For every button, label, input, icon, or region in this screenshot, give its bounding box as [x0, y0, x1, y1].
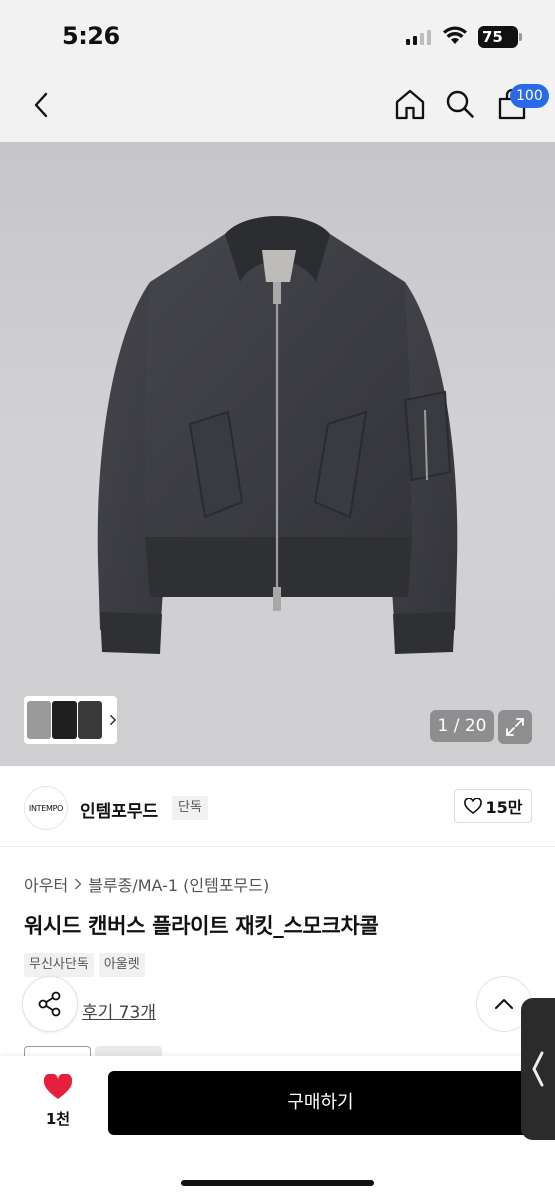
thumbnail-1[interactable]	[27, 701, 52, 739]
brand-like-button[interactable]: 15만	[454, 789, 532, 823]
buy-button[interactable]: 구매하기	[108, 1071, 533, 1135]
brand-logo[interactable]: INTEMPO	[24, 786, 68, 830]
breadcrumb-subcategory[interactable]: 블루종/MA-1 (인템포무드)	[88, 872, 269, 896]
divider	[0, 846, 555, 847]
product-title: 워시드 캔버스 플라이트 재킷_스모크차콜	[24, 914, 379, 938]
home-indicator	[181, 1180, 374, 1186]
review-link[interactable]: 후기 73개	[82, 998, 156, 1023]
home-icon	[395, 89, 425, 120]
tag-exclusive: 무신사단독	[24, 953, 94, 977]
wifi-icon	[442, 26, 468, 50]
thumbnail-strip[interactable]	[24, 696, 117, 744]
header: 5:26 75 100	[0, 0, 555, 142]
expand-button[interactable]	[498, 710, 532, 744]
product-image[interactable]: 1 / 20	[0, 142, 555, 766]
product-tags: 무신사단독 아울렛	[24, 953, 145, 977]
back-button[interactable]	[24, 86, 58, 124]
battery-level: 75	[482, 28, 503, 46]
tag-outlet: 아울렛	[98, 953, 145, 977]
search-button[interactable]	[442, 86, 478, 122]
side-panel-handle[interactable]	[521, 998, 555, 1140]
chevron-right-icon	[110, 714, 117, 726]
breadcrumb-category[interactable]: 아우터	[24, 872, 68, 896]
home-button[interactable]	[392, 86, 428, 122]
chevron-left-icon	[532, 1051, 544, 1087]
chevron-left-icon	[34, 92, 48, 118]
jacket-photo	[97, 216, 458, 654]
thumbnail-3[interactable]	[77, 701, 103, 739]
option-tab-selected[interactable]	[24, 1046, 91, 1056]
thumbnail-2[interactable]	[52, 701, 77, 739]
chevron-up-icon	[495, 999, 513, 1009]
share-button[interactable]	[22, 976, 78, 1032]
expand-icon	[506, 718, 524, 736]
brand-like-count: 15만	[485, 798, 523, 817]
image-counter: 1 / 20	[430, 710, 494, 742]
signal-icon	[406, 30, 431, 45]
product-like-count: 1천	[45, 1110, 71, 1128]
heart-filled-icon	[43, 1073, 73, 1099]
heart-outline-icon	[463, 798, 482, 814]
option-tab[interactable]	[95, 1046, 162, 1056]
battery-icon: 75	[478, 26, 522, 48]
status-time: 5:26	[62, 22, 120, 50]
cart-count-badge: 100	[510, 84, 549, 108]
brand-name[interactable]: 인템포무드	[80, 797, 158, 822]
chevron-right-icon	[75, 878, 82, 890]
breadcrumb: 아우터 블루종/MA-1 (인템포무드)	[24, 872, 269, 896]
brand-exclusive-badge: 단독	[172, 796, 208, 820]
product-like-button[interactable]: 1천	[36, 1073, 80, 1129]
share-icon	[38, 991, 61, 1017]
search-icon	[446, 90, 474, 118]
